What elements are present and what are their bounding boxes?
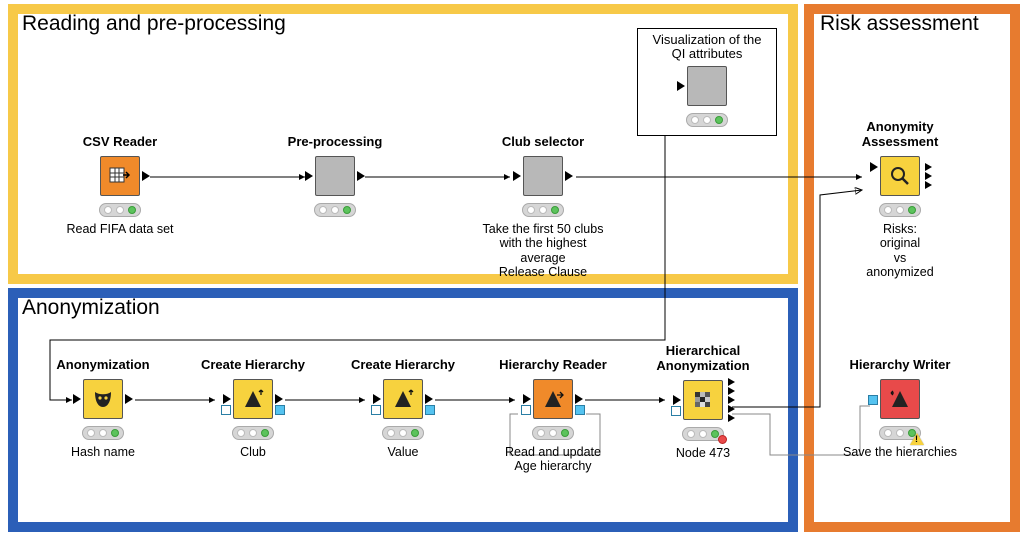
port-out bbox=[142, 171, 150, 181]
port-in bbox=[870, 162, 878, 172]
port-in bbox=[673, 395, 681, 405]
traffic-light bbox=[382, 426, 424, 440]
node-title: Anonymization bbox=[56, 358, 149, 373]
node-caption: Read FIFA data set bbox=[66, 222, 173, 236]
node-csv-reader[interactable]: CSV Reader Read FIFA data set bbox=[55, 135, 185, 236]
model-port-out bbox=[425, 405, 435, 415]
pixelate-icon bbox=[683, 380, 723, 420]
node-title: Hierarchy Reader bbox=[499, 358, 607, 373]
node-caption: Take the first 50 clubs with the highest… bbox=[478, 222, 608, 280]
error-indicator-icon bbox=[718, 435, 727, 444]
traffic-light bbox=[99, 203, 141, 217]
traffic-light bbox=[682, 427, 724, 441]
node-caption: Club bbox=[240, 445, 266, 459]
hierarchy-icon bbox=[233, 379, 273, 419]
port-out bbox=[565, 171, 573, 181]
port-in bbox=[373, 394, 381, 404]
traffic-light bbox=[232, 426, 274, 440]
model-port-out bbox=[575, 405, 585, 415]
traffic-light bbox=[522, 203, 564, 217]
port-in bbox=[305, 171, 313, 181]
node-title: Create Hierarchy bbox=[351, 358, 455, 373]
ports-out bbox=[728, 378, 735, 422]
node-caption: Save the hierarchies bbox=[843, 445, 957, 459]
port-in bbox=[223, 394, 231, 404]
node-title: Create Hierarchy bbox=[201, 358, 305, 373]
port-in bbox=[677, 81, 685, 91]
traffic-light bbox=[879, 426, 921, 440]
node-anonymization[interactable]: Anonymization Hash name bbox=[38, 358, 168, 459]
port-in bbox=[73, 394, 81, 404]
port-out bbox=[425, 394, 433, 404]
model-port-in bbox=[671, 406, 681, 416]
port-out bbox=[575, 394, 583, 404]
magnifier-icon bbox=[880, 156, 920, 196]
node-caption: Value bbox=[387, 445, 418, 459]
node-hierarchy-writer[interactable]: Hierarchy Writer Save the hierarchies bbox=[835, 358, 965, 459]
group-risk-title: Risk assessment bbox=[820, 12, 979, 36]
model-port-out bbox=[275, 405, 285, 415]
hierarchy-reader-icon bbox=[533, 379, 573, 419]
ports-out bbox=[925, 163, 932, 189]
port-out bbox=[357, 171, 365, 181]
node-title: Hierarchical Anonymization bbox=[656, 344, 749, 374]
group-anonymization-title: Anonymization bbox=[22, 296, 160, 320]
port-out bbox=[275, 394, 283, 404]
visualization-box-title: Visualization of the QI attributes bbox=[644, 33, 770, 62]
traffic-light bbox=[82, 426, 124, 440]
model-port-in bbox=[868, 395, 878, 405]
group-preprocessing-title: Reading and pre-processing bbox=[22, 12, 286, 36]
node-create-hierarchy-2[interactable]: Create Hierarchy Value bbox=[338, 358, 468, 459]
mask-icon bbox=[83, 379, 123, 419]
metanode-icon bbox=[315, 156, 355, 196]
node-title: Hierarchy Writer bbox=[850, 358, 951, 373]
csv-reader-icon bbox=[100, 156, 140, 196]
port-in bbox=[523, 394, 531, 404]
traffic-light bbox=[879, 203, 921, 217]
port-in-2 bbox=[870, 178, 878, 188]
traffic-light bbox=[686, 113, 728, 127]
model-port-in bbox=[371, 405, 381, 415]
node-caption: Hash name bbox=[71, 445, 135, 459]
node-caption: Node 473 bbox=[676, 446, 730, 460]
node-hierarchy-reader[interactable]: Hierarchy Reader Read and update Age hie… bbox=[488, 358, 618, 474]
node-caption: Risks: original vs anonymized bbox=[866, 222, 933, 280]
model-port-in bbox=[221, 405, 231, 415]
model-port-in bbox=[521, 405, 531, 415]
port-out bbox=[125, 394, 133, 404]
port-in bbox=[513, 171, 521, 181]
visualization-box: Visualization of the QI attributes bbox=[637, 28, 777, 136]
node-title: Anonymity Assessment bbox=[862, 120, 939, 150]
traffic-light bbox=[314, 203, 356, 217]
warning-icon bbox=[910, 433, 924, 445]
viz-node-icon[interactable] bbox=[687, 66, 727, 106]
hierarchy-icon bbox=[383, 379, 423, 419]
node-title: Pre-processing bbox=[288, 135, 383, 150]
hierarchy-writer-icon bbox=[880, 379, 920, 419]
node-title: CSV Reader bbox=[83, 135, 157, 150]
node-title: Club selector bbox=[502, 135, 584, 150]
node-preprocessing[interactable]: Pre-processing bbox=[270, 135, 400, 217]
node-create-hierarchy-1[interactable]: Create Hierarchy Club bbox=[188, 358, 318, 459]
metanode-icon bbox=[523, 156, 563, 196]
node-caption: Read and update Age hierarchy bbox=[505, 445, 601, 474]
node-hierarchical-anonymization[interactable]: Hierarchical Anonymization Node 473 bbox=[638, 344, 768, 460]
node-club-selector[interactable]: Club selector Take the first 50 clubs wi… bbox=[478, 135, 608, 279]
traffic-light bbox=[532, 426, 574, 440]
node-anonymity-assessment[interactable]: Anonymity Assessment Risks: original vs … bbox=[835, 120, 965, 279]
